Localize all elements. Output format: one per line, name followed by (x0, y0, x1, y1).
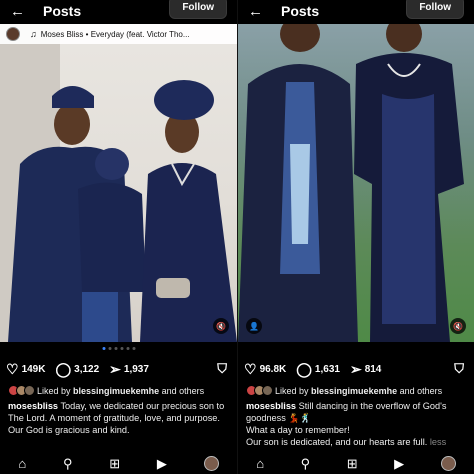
music-note-icon: ♫ (30, 29, 37, 39)
comment-icon: ◯ (55, 361, 72, 377)
liked-by[interactable]: Liked by blessingimuekemhe and others (8, 385, 231, 396)
carousel-dot (108, 347, 111, 350)
send-icon: ➢ (349, 361, 362, 377)
music-artist: Moses Bliss (40, 29, 84, 39)
caption-username[interactable]: mosesbliss (246, 401, 296, 411)
bookmark-icon[interactable]: ⛉ (217, 361, 227, 377)
comment-button[interactable]: ◯ 1,631 (296, 362, 340, 376)
liked-by-prefix: Liked by (37, 385, 71, 396)
like-button[interactable]: ♡ 149K (6, 362, 45, 376)
page-title: Posts (281, 3, 320, 19)
create-icon[interactable]: ⊞ (347, 457, 358, 470)
page-title: Posts (43, 3, 82, 19)
liker-avatars (246, 385, 273, 396)
bottom-nav: ⌂ ⚲ ⊞ ▶ (238, 452, 474, 474)
reels-icon[interactable]: ▶ (157, 457, 167, 470)
heart-icon: ♡ (6, 361, 19, 377)
carousel-indicator (102, 347, 135, 350)
create-icon[interactable]: ⊞ (109, 457, 120, 470)
heart-icon: ♡ (244, 361, 257, 377)
profile-avatar[interactable] (203, 455, 219, 471)
like-count: 96.8K (259, 363, 287, 375)
music-track: Everyday (feat. Victor Tho... (90, 29, 190, 39)
share-button[interactable]: ➢ 1,937 (109, 362, 149, 376)
liked-by-suffix: and others (161, 385, 205, 396)
mute-icon[interactable]: 🔇 (450, 318, 466, 334)
top-bar: ← Posts Follow (0, 0, 237, 22)
liker-avatars (8, 385, 35, 396)
bottom-nav: ⌂ ⚲ ⊞ ▶ (0, 452, 237, 474)
like-button[interactable]: ♡ 96.8K (244, 362, 286, 376)
liked-by-user[interactable]: blessingimuekemhe (73, 386, 159, 396)
photo-illustration (238, 24, 464, 342)
right-post-panel: ← Posts Follow 👤 🔇 ♡ 96.8K ◯ 1,631 ➢ 814… (237, 0, 474, 474)
music-bar[interactable]: ♫ Moses Bliss • Everyday (feat. Victor T… (0, 24, 237, 44)
caption-username[interactable]: mosesbliss (8, 401, 58, 411)
post-actions: ♡ 149K ◯ 3,122 ➢ 1,937 ⛉ (6, 360, 227, 378)
comment-count: 1,631 (314, 363, 340, 375)
liked-by-prefix: Liked by (275, 385, 309, 396)
share-button[interactable]: ➢ 814 (350, 362, 381, 376)
carousel-dot (114, 347, 117, 350)
like-count: 149K (21, 363, 46, 375)
caption-line-2: What a day to remember! (246, 425, 350, 435)
avatar (262, 385, 273, 396)
carousel-dot (120, 347, 123, 350)
share-count: 1,937 (123, 363, 149, 375)
post-image[interactable]: 🔇 (0, 24, 237, 342)
profile-avatar[interactable] (440, 455, 456, 471)
reels-icon[interactable]: ▶ (394, 457, 404, 470)
user-tag-icon[interactable]: 👤 (246, 318, 262, 334)
top-bar: ← Posts Follow (238, 0, 474, 22)
post-caption: mosesbliss Today, we dedicated our preci… (8, 400, 231, 436)
caption-toggle[interactable]: less (430, 437, 446, 447)
send-icon: ➢ (109, 361, 121, 377)
home-icon[interactable]: ⌂ (18, 457, 26, 470)
search-icon[interactable]: ⚲ (63, 457, 73, 470)
home-icon[interactable]: ⌂ (256, 457, 264, 470)
music-separator: • (83, 29, 91, 39)
left-post-panel: ← Posts Follow 🔇 ♫ Moses Bliss • Everyda… (0, 0, 237, 474)
caption-line-3: Our son is dedicated, and our hearts are… (246, 437, 428, 447)
avatar (6, 27, 20, 41)
carousel-dot (102, 347, 105, 350)
post-actions: ♡ 96.8K ◯ 1,631 ➢ 814 ⛉ (244, 360, 464, 378)
bookmark-icon[interactable]: ⛉ (454, 361, 464, 377)
comment-icon: ◯ (296, 361, 312, 377)
liked-by-suffix: and others (399, 385, 443, 396)
share-count: 814 (364, 363, 382, 375)
comment-button[interactable]: ◯ 3,122 (55, 362, 99, 376)
comment-count: 3,122 (74, 363, 100, 375)
post-image[interactable]: 👤 🔇 (238, 24, 474, 342)
mute-icon[interactable]: 🔇 (213, 318, 229, 334)
back-arrow-icon[interactable]: ← (248, 4, 263, 19)
follow-button[interactable]: Follow (406, 0, 464, 19)
carousel-dot (126, 347, 129, 350)
liked-by[interactable]: Liked by blessingimuekemhe and others (246, 385, 468, 396)
follow-button[interactable]: Follow (169, 0, 227, 19)
post-caption: mosesbliss Still dancing in the overflow… (246, 400, 468, 448)
carousel-dot (132, 347, 135, 350)
photo-illustration (8, 80, 237, 342)
search-icon[interactable]: ⚲ (301, 457, 311, 470)
liked-by-user[interactable]: blessingimuekemhe (311, 386, 397, 396)
avatar (24, 385, 35, 396)
back-arrow-icon[interactable]: ← (10, 4, 25, 19)
